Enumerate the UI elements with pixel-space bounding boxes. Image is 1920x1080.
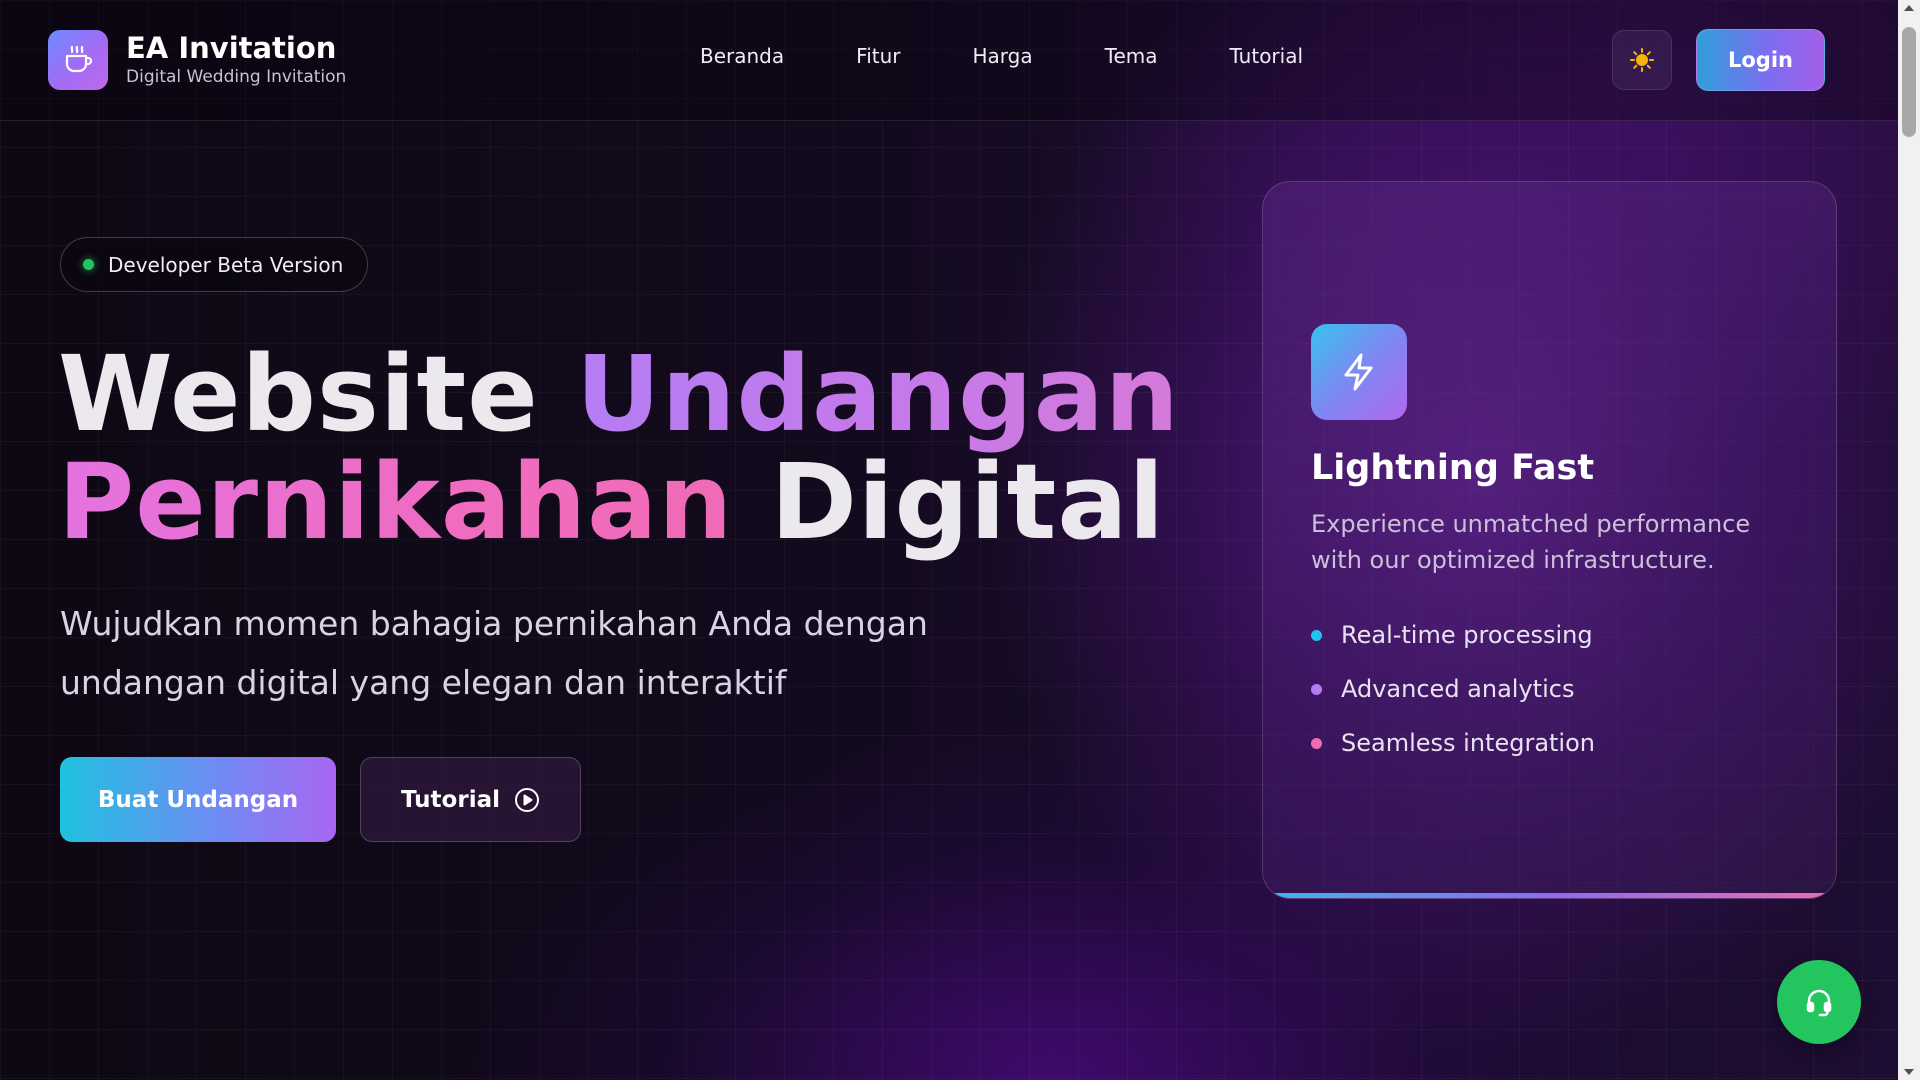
support-chat-button[interactable]: [1777, 960, 1861, 1044]
page: EA Invitation Digital Wedding Invitation…: [0, 0, 1920, 1080]
theme-toggle-button[interactable]: [1612, 30, 1672, 90]
feature-item-label: Real-time processing: [1341, 621, 1593, 649]
hero-title-word-3: Pernikahan: [58, 441, 734, 563]
list-item: Real-time processing: [1311, 608, 1595, 662]
vertical-scrollbar[interactable]: [1898, 0, 1920, 1080]
nav-item-beranda[interactable]: Beranda: [700, 44, 784, 68]
feature-card-description: Experience unmatched performance with ou…: [1311, 510, 1751, 574]
nav-item-harga[interactable]: Harga: [973, 44, 1033, 68]
play-circle-icon: [514, 787, 540, 813]
scroll-thumb[interactable]: [1902, 27, 1916, 137]
hero-subtitle: Wujudkan momen bahagia pernikahan Anda d…: [60, 594, 1020, 712]
brand-tagline: Digital Wedding Invitation: [126, 66, 347, 87]
feature-card-title: Lightning Fast: [1311, 448, 1595, 488]
hero-subtitle-line-2: undangan digital yang elegan dan interak…: [60, 663, 787, 702]
brand[interactable]: EA Invitation Digital Wedding Invitation: [48, 30, 346, 90]
bullet-dot: [1311, 737, 1322, 749]
feature-item-label: Advanced analytics: [1341, 675, 1575, 703]
login-button[interactable]: Login: [1696, 29, 1825, 91]
beta-badge: Developer Beta Version: [60, 237, 369, 292]
feature-list: Real-time processing Advanced analytics …: [1311, 608, 1595, 770]
hero-title-word-1: Website: [58, 333, 539, 455]
scroll-up-icon[interactable]: [1904, 5, 1914, 11]
list-item: Advanced analytics: [1311, 662, 1595, 716]
main-nav: Beranda Fitur Harga Tema Tutorial: [700, 44, 1375, 68]
scroll-down-icon[interactable]: [1904, 1069, 1914, 1075]
feature-card: Lightning Fast Experience unmatched perf…: [1262, 181, 1837, 899]
nav-item-tema[interactable]: Tema: [1105, 44, 1158, 68]
bullet-dot: [1311, 683, 1322, 695]
hero-title-word-4: Digital: [770, 441, 1166, 563]
hero-title: Website Undangan Pernikahan Digital: [58, 340, 1180, 556]
coffee-cup-icon: [48, 30, 108, 90]
hero-subtitle-line-1: Wujudkan momen bahagia pernikahan Anda d…: [60, 604, 928, 643]
nav-item-fitur[interactable]: Fitur: [856, 44, 900, 68]
beta-badge-label: Developer Beta Version: [108, 252, 344, 277]
status-dot: [83, 259, 94, 270]
brand-text: EA Invitation Digital Wedding Invitation: [126, 31, 347, 87]
lightning-icon: [1311, 324, 1407, 420]
tutorial-button[interactable]: Tutorial: [360, 757, 581, 842]
list-item: Seamless integration: [1311, 716, 1595, 770]
nav-item-tutorial[interactable]: Tutorial: [1230, 44, 1304, 68]
tutorial-button-label: Tutorial: [401, 786, 500, 813]
sun-icon: [1629, 47, 1655, 73]
card-accent-bar: [1263, 893, 1836, 898]
headset-icon: [1803, 986, 1835, 1018]
feature-item-label: Seamless integration: [1341, 729, 1595, 757]
brand-name: EA Invitation: [126, 31, 337, 66]
hero-title-word-2: Undangan: [576, 333, 1180, 455]
bullet-dot: [1311, 629, 1322, 641]
site-header: EA Invitation Digital Wedding Invitation…: [0, 0, 1898, 121]
create-invitation-button[interactable]: Buat Undangan: [60, 757, 336, 842]
